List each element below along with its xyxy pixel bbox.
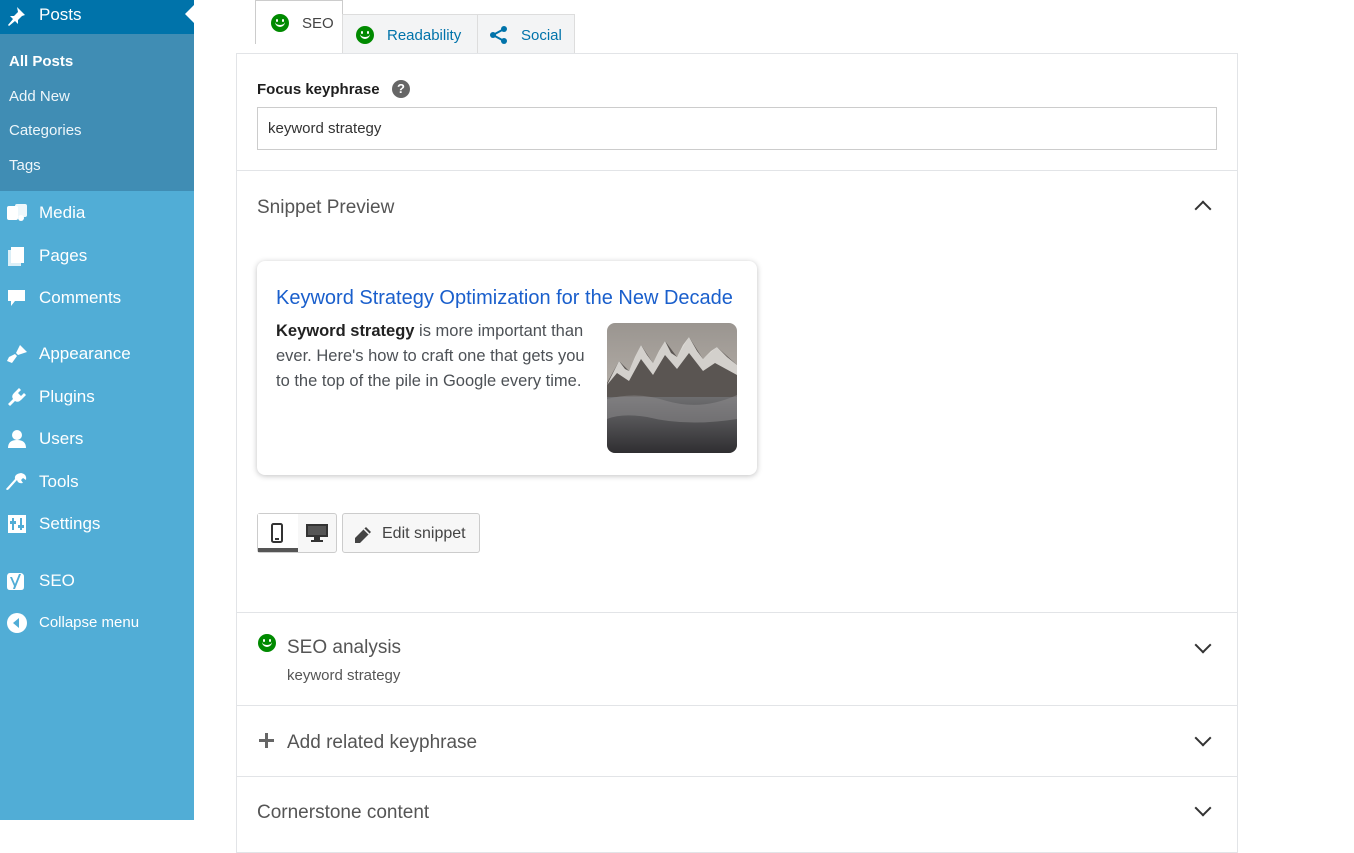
pencil-icon <box>355 527 371 543</box>
sidebar-item-label: Tools <box>39 472 79 491</box>
sidebar-item-label: Pages <box>39 246 88 265</box>
chevron-down-icon <box>1194 636 1212 654</box>
snippet-description: Keyword strategy is more important than … <box>276 319 596 394</box>
tools-icon <box>6 473 27 490</box>
admin-sidebar: Posts All Posts Add New Categories Tags … <box>0 0 194 820</box>
sidebar-item-posts[interactable]: Posts <box>0 0 194 34</box>
mobile-preview-button[interactable] <box>258 514 298 552</box>
desktop-preview-button[interactable] <box>298 514 336 552</box>
tab-readability[interactable]: Readability <box>342 14 478 53</box>
smiley-good-icon <box>356 26 374 44</box>
chevron-down-icon <box>1194 729 1212 747</box>
section-title: Cornerstone content <box>257 802 430 820</box>
section-title: Snippet Preview <box>257 197 395 218</box>
sidebar-item-label: Collapse menu <box>39 614 140 631</box>
analysis-keyphrase: keyword strategy <box>287 667 401 684</box>
sidebar-item-seo[interactable]: SEO <box>0 562 194 600</box>
edit-snippet-label: Edit snippet <box>382 525 466 542</box>
collapse-icon <box>7 613 27 633</box>
smiley-good-icon <box>258 634 276 652</box>
focus-keyphrase-input[interactable] <box>257 107 1217 150</box>
sidebar-item-users[interactable]: Users <box>0 420 194 458</box>
pin-icon <box>8 7 25 26</box>
sidebar-item-label: Comments <box>39 288 122 307</box>
focus-keyphrase-label: Focus keyphrase <box>257 81 380 98</box>
submenu-add-new[interactable]: Add New <box>9 88 70 105</box>
sidebar-item-label: Media <box>39 203 86 222</box>
snippet-preview-header[interactable]: Snippet Preview <box>237 171 1237 241</box>
submenu-categories[interactable]: Categories <box>9 122 82 139</box>
sidebar-item-label: Posts <box>39 5 82 24</box>
help-icon[interactable]: ? <box>392 80 410 98</box>
snippet-desc-bold: Keyword strategy <box>276 322 415 340</box>
mobile-icon <box>271 523 283 543</box>
yoast-icon <box>7 573 24 590</box>
google-snippet-card: Keyword Strategy Optimization for the Ne… <box>257 261 757 475</box>
collapse-menu-button[interactable]: Collapse menu <box>0 604 194 642</box>
tab-label: Readability <box>387 27 462 44</box>
sidebar-item-comments[interactable]: Comments <box>0 279 194 317</box>
appearance-icon <box>7 345 27 363</box>
sidebar-item-pages[interactable]: Pages <box>0 237 194 275</box>
submenu-all-posts[interactable]: All Posts <box>9 53 73 70</box>
sidebar-item-tools[interactable]: Tools <box>0 463 194 501</box>
chevron-down-icon <box>1194 799 1212 817</box>
current-arrow <box>185 5 194 23</box>
tab-label: SEO <box>302 15 334 32</box>
sidebar-item-label: SEO <box>39 571 75 590</box>
plus-icon <box>259 733 274 748</box>
sidebar-item-plugins[interactable]: Plugins <box>0 378 194 416</box>
users-icon <box>8 430 26 448</box>
plugins-icon <box>8 388 26 406</box>
pages-icon <box>8 247 24 266</box>
tab-label: Social <box>521 27 562 44</box>
snippet-title[interactable]: Keyword Strategy Optimization for the Ne… <box>276 287 733 310</box>
cornerstone-header[interactable]: Cornerstone content <box>237 777 1237 820</box>
seo-analysis-header[interactable]: SEO analysis keyword strategy <box>237 613 1237 705</box>
smiley-good-icon <box>271 14 289 32</box>
sidebar-item-label: Appearance <box>39 344 131 363</box>
sidebar-item-label: Settings <box>39 514 101 533</box>
section-title: SEO analysis <box>287 637 402 658</box>
comments-icon <box>8 290 25 306</box>
sidebar-item-label: Plugins <box>39 387 95 406</box>
section-title: Add related keyphrase <box>287 732 478 753</box>
snippet-thumbnail <box>607 323 737 453</box>
chevron-up-icon <box>1194 200 1212 218</box>
edit-snippet-button[interactable]: Edit snippet <box>342 513 480 553</box>
media-icon <box>7 204 27 221</box>
posts-submenu: All Posts Add New Categories Tags <box>0 34 194 191</box>
preview-mode-toggle <box>257 513 337 553</box>
related-keyphrase-header[interactable]: Add related keyphrase <box>237 706 1237 776</box>
sidebar-item-settings[interactable]: Settings <box>0 505 194 543</box>
tab-social[interactable]: Social <box>477 14 575 53</box>
tab-seo[interactable]: SEO <box>255 0 343 44</box>
sidebar-item-appearance[interactable]: Appearance <box>0 335 194 373</box>
sidebar-item-media[interactable]: Media <box>0 194 194 232</box>
settings-icon <box>8 515 26 533</box>
desktop-icon <box>306 524 328 542</box>
share-icon <box>490 26 507 44</box>
sidebar-item-label: Users <box>39 429 84 448</box>
submenu-tags[interactable]: Tags <box>9 157 41 174</box>
